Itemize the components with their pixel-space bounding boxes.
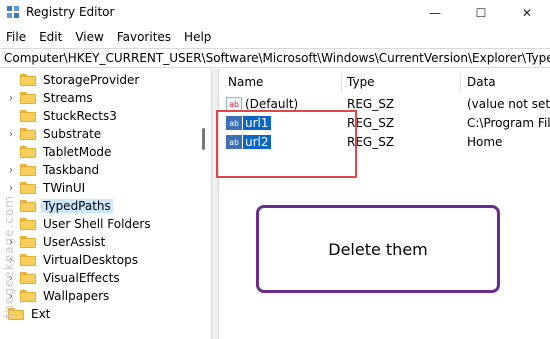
tree-item-label: VisualEffects <box>43 271 120 285</box>
folder-icon <box>20 254 36 266</box>
string-value-icon: ab <box>226 97 242 111</box>
window-title: Registry Editor <box>26 5 115 19</box>
tree-item[interactable]: › StuckRects3 <box>0 107 210 125</box>
folder-icon <box>20 200 36 212</box>
tree-item-label: Substrate <box>43 127 102 141</box>
close-icon: ✕ <box>521 6 533 20</box>
folder-icon <box>20 236 36 248</box>
menu-favorites[interactable]: Favorites <box>117 30 171 44</box>
callout-text: Delete them <box>328 239 428 259</box>
menu-bar: File Edit View Favorites Help <box>0 26 550 48</box>
chevron-right-icon[interactable]: › <box>5 165 17 176</box>
tree-item-label: Wallpapers <box>43 289 110 303</box>
column-divider[interactable] <box>341 73 342 91</box>
menu-help[interactable]: Help <box>184 30 211 44</box>
folder-icon <box>20 290 36 302</box>
tree-item-selected[interactable]: › TypedPaths <box>0 197 210 215</box>
folder-icon <box>20 272 36 284</box>
tree-item-label: StorageProvider <box>43 73 140 87</box>
folder-icon <box>20 182 36 194</box>
chevron-right-icon[interactable]: › <box>5 129 17 140</box>
tree-item[interactable]: › Substrate <box>0 125 210 143</box>
tree-item[interactable]: › TWinUI <box>0 179 210 197</box>
tree-item[interactable]: › TabletMode <box>0 143 210 161</box>
minimize-button[interactable]: — <box>412 0 458 26</box>
registry-tree: › StorageProvider › Streams › StuckRects… <box>0 69 210 339</box>
tree-item-label: TypedPaths <box>41 199 113 213</box>
tree-item[interactable]: › StorageProvider <box>0 71 210 89</box>
minimize-icon: — <box>429 6 441 20</box>
value-name: (Default) <box>245 97 299 111</box>
tree-item-label: TabletMode <box>43 145 112 159</box>
tree-item[interactable]: › Wallpapers <box>0 287 210 305</box>
menu-view[interactable]: View <box>75 30 103 44</box>
tree-item[interactable]: › Streams <box>0 89 210 107</box>
callout-box: Delete them <box>256 205 500 293</box>
tree-item-label: StuckRects3 <box>43 109 117 123</box>
folder-icon <box>20 164 36 176</box>
tree-item-label: VirtualDesktops <box>43 253 138 267</box>
tree-item-label: User Shell Folders <box>43 217 151 231</box>
menu-file[interactable]: File <box>6 30 26 44</box>
column-divider[interactable] <box>460 73 461 91</box>
column-header-data[interactable]: Data <box>467 75 496 89</box>
tree-item[interactable]: › Ext <box>0 305 198 323</box>
folder-icon <box>20 92 36 104</box>
tree-item[interactable]: › VisualEffects <box>0 269 210 287</box>
value-data: Home <box>467 135 503 149</box>
registry-editor-icon <box>7 6 19 18</box>
watermark: thegeekpage.com <box>2 195 16 319</box>
folder-icon <box>20 74 36 86</box>
folder-icon <box>20 146 36 158</box>
tree-item-label: Taskband <box>43 163 100 177</box>
value-data: (value not set) <box>467 97 550 111</box>
maximize-icon: ☐ <box>475 6 487 20</box>
close-button[interactable]: ✕ <box>504 0 550 26</box>
column-header-name[interactable]: Name <box>228 75 263 89</box>
tree-item-label: TWinUI <box>43 181 86 195</box>
value-type: REG_SZ <box>347 97 395 111</box>
value-data: C:\Program File <box>467 116 550 130</box>
highlight-box <box>216 110 357 178</box>
column-header-type[interactable]: Type <box>347 75 375 89</box>
folder-icon <box>20 110 36 122</box>
chevron-right-icon[interactable]: › <box>5 93 17 104</box>
tree-item[interactable]: › Taskband <box>0 161 210 179</box>
address-bar[interactable]: Computer\HKEY_CURRENT_USER\Software\Micr… <box>0 48 550 68</box>
tree-item[interactable]: › UserAssist <box>0 233 210 251</box>
tree-item-label: Streams <box>43 91 93 105</box>
title-bar: Registry Editor — ☐ ✕ <box>0 0 550 26</box>
chevron-right-icon[interactable]: › <box>5 183 17 194</box>
tree-item-label: Ext <box>31 307 51 321</box>
folder-icon <box>20 218 36 230</box>
tree-item[interactable]: › VirtualDesktops <box>0 251 210 269</box>
folder-icon <box>20 128 36 140</box>
menu-edit[interactable]: Edit <box>39 30 62 44</box>
tree-item-label: UserAssist <box>43 235 106 249</box>
maximize-button[interactable]: ☐ <box>458 0 504 26</box>
tree-scrollbar-thumb[interactable] <box>202 128 205 150</box>
tree-item[interactable]: › User Shell Folders <box>0 215 210 233</box>
